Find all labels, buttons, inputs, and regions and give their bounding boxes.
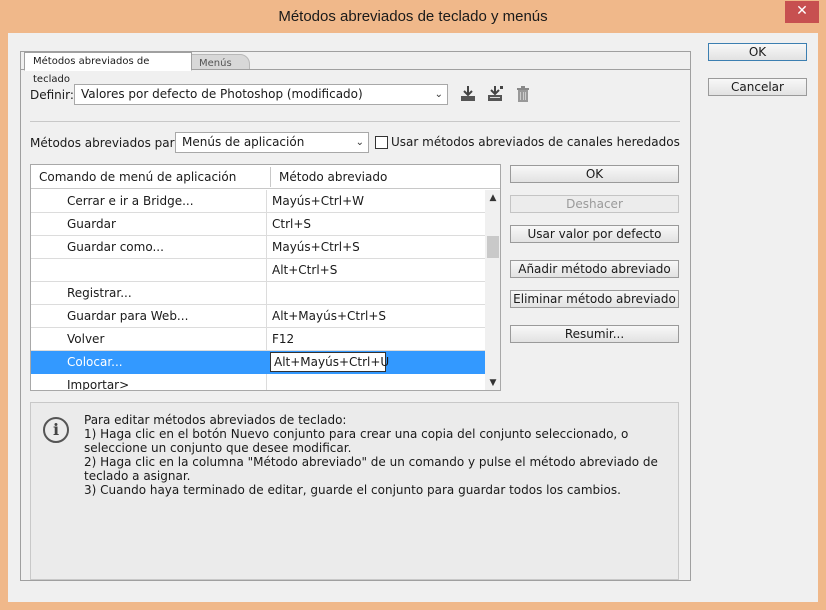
command-cell: Guardar como... [67, 240, 164, 254]
tab-keyboard-shortcuts[interactable]: Métodos abreviados de teclado [24, 52, 192, 85]
command-cell: Volver [67, 332, 105, 346]
dialog-window: Métodos abreviados de teclado y menús ✕ … [0, 0, 826, 610]
cell-divider [266, 236, 267, 259]
ok-button[interactable]: OK [708, 43, 807, 61]
set-dropdown[interactable]: Valores por defecto de Photoshop (modifi… [74, 84, 448, 105]
table-row[interactable]: Registrar... [31, 282, 485, 305]
column-divider[interactable] [270, 167, 271, 187]
save-set-icon[interactable] [458, 84, 478, 104]
shortcut-edit-field[interactable]: Alt+Mayús+Ctrl+U [270, 352, 389, 372]
table-row[interactable]: Importar> [31, 374, 485, 391]
help-text: Para editar métodos abreviados de teclad… [84, 413, 658, 497]
cell-divider [266, 213, 267, 236]
divider [30, 121, 680, 122]
shortcuts-table: Comando de menú de aplicación Método abr… [30, 164, 501, 391]
cell-divider [266, 282, 267, 305]
title-bar[interactable]: Métodos abreviados de teclado y menús ✕ [0, 0, 826, 34]
use-default-button[interactable]: Usar valor por defecto [510, 225, 679, 243]
close-icon: ✕ [796, 3, 808, 19]
dialog-body: Métodos abreviados de teclado Menús Defi… [8, 33, 818, 602]
scrollbar-thumb[interactable] [487, 236, 499, 258]
command-cell: Guardar para Web... [67, 309, 189, 323]
shortcuts-for-value: Menús de aplicación [182, 135, 305, 149]
legacy-channel-shortcuts-checkbox[interactable] [375, 136, 388, 149]
command-cell: Registrar... [67, 286, 132, 300]
cell-divider [266, 374, 267, 390]
column-header-command[interactable]: Comando de menú de aplicación [39, 170, 236, 184]
undo-button[interactable]: Deshacer [510, 195, 679, 213]
cell-divider [266, 190, 267, 213]
chevron-down-icon: ⌄ [434, 89, 443, 100]
summarize-button[interactable]: Resumir... [510, 325, 679, 343]
cell-divider [266, 259, 267, 282]
cancel-button[interactable]: Cancelar [708, 78, 807, 96]
table-header: Comando de menú de aplicación Método abr… [31, 165, 500, 189]
command-cell: Importar> [67, 378, 130, 391]
info-icon: i [43, 417, 69, 443]
column-header-shortcut[interactable]: Método abreviado [279, 170, 387, 184]
table-row[interactable]: Guardar para Web... Alt+Mayús+Ctrl+S [31, 305, 485, 328]
help-panel: i Para editar métodos abreviados de tecl… [30, 402, 679, 580]
legacy-channel-shortcuts-label[interactable]: Usar métodos abreviados de canales hered… [391, 135, 680, 149]
table-row[interactable]: Alt+Ctrl+S [31, 259, 485, 282]
cell-divider [266, 305, 267, 328]
add-shortcut-button[interactable]: Añadir método abreviado [510, 260, 679, 278]
delete-set-icon[interactable] [513, 85, 533, 105]
save-as-set-icon[interactable] [485, 84, 505, 104]
set-label: Definir: [30, 88, 74, 102]
table-row[interactable]: Volver F12 [31, 328, 485, 351]
table-row[interactable]: Cerrar e ir a Bridge... Mayús+Ctrl+W [31, 190, 485, 213]
table-row[interactable]: Guardar como... Mayús+Ctrl+S [31, 236, 485, 259]
shortcut-cell[interactable]: Alt+Mayús+Ctrl+S [272, 309, 386, 323]
shortcut-cell[interactable]: Ctrl+S [272, 217, 311, 231]
close-button[interactable]: ✕ [785, 1, 819, 23]
shortcut-cell[interactable]: F12 [272, 332, 294, 346]
shortcut-cell[interactable]: Mayús+Ctrl+S [272, 240, 360, 254]
shortcut-cell[interactable]: Alt+Ctrl+S [272, 263, 337, 277]
table-row-selected[interactable]: Colocar... Alt+Mayús+Ctrl+U [31, 351, 485, 374]
set-dropdown-value: Valores por defecto de Photoshop (modifi… [81, 87, 363, 101]
table-scrollbar[interactable]: ▲ ▼ [485, 190, 500, 390]
chevron-down-icon: ⌄ [355, 137, 364, 148]
shortcuts-for-dropdown[interactable]: Menús de aplicación ⌄ [175, 132, 369, 153]
scroll-down-icon[interactable]: ▼ [485, 375, 500, 390]
command-cell: Cerrar e ir a Bridge... [67, 194, 194, 208]
shortcuts-for-label: Métodos abreviados para: [30, 136, 186, 150]
cell-divider [266, 328, 267, 351]
scroll-up-icon[interactable]: ▲ [485, 190, 500, 206]
command-cell: Guardar [67, 217, 116, 231]
table-row[interactable]: Guardar Ctrl+S [31, 213, 485, 236]
command-cell: Colocar... [67, 355, 123, 369]
table-ok-button[interactable]: OK [510, 165, 679, 183]
window-title: Métodos abreviados de teclado y menús [278, 8, 548, 25]
delete-shortcut-button[interactable]: Eliminar método abreviado [510, 290, 679, 308]
shortcut-cell[interactable]: Mayús+Ctrl+W [272, 194, 364, 208]
